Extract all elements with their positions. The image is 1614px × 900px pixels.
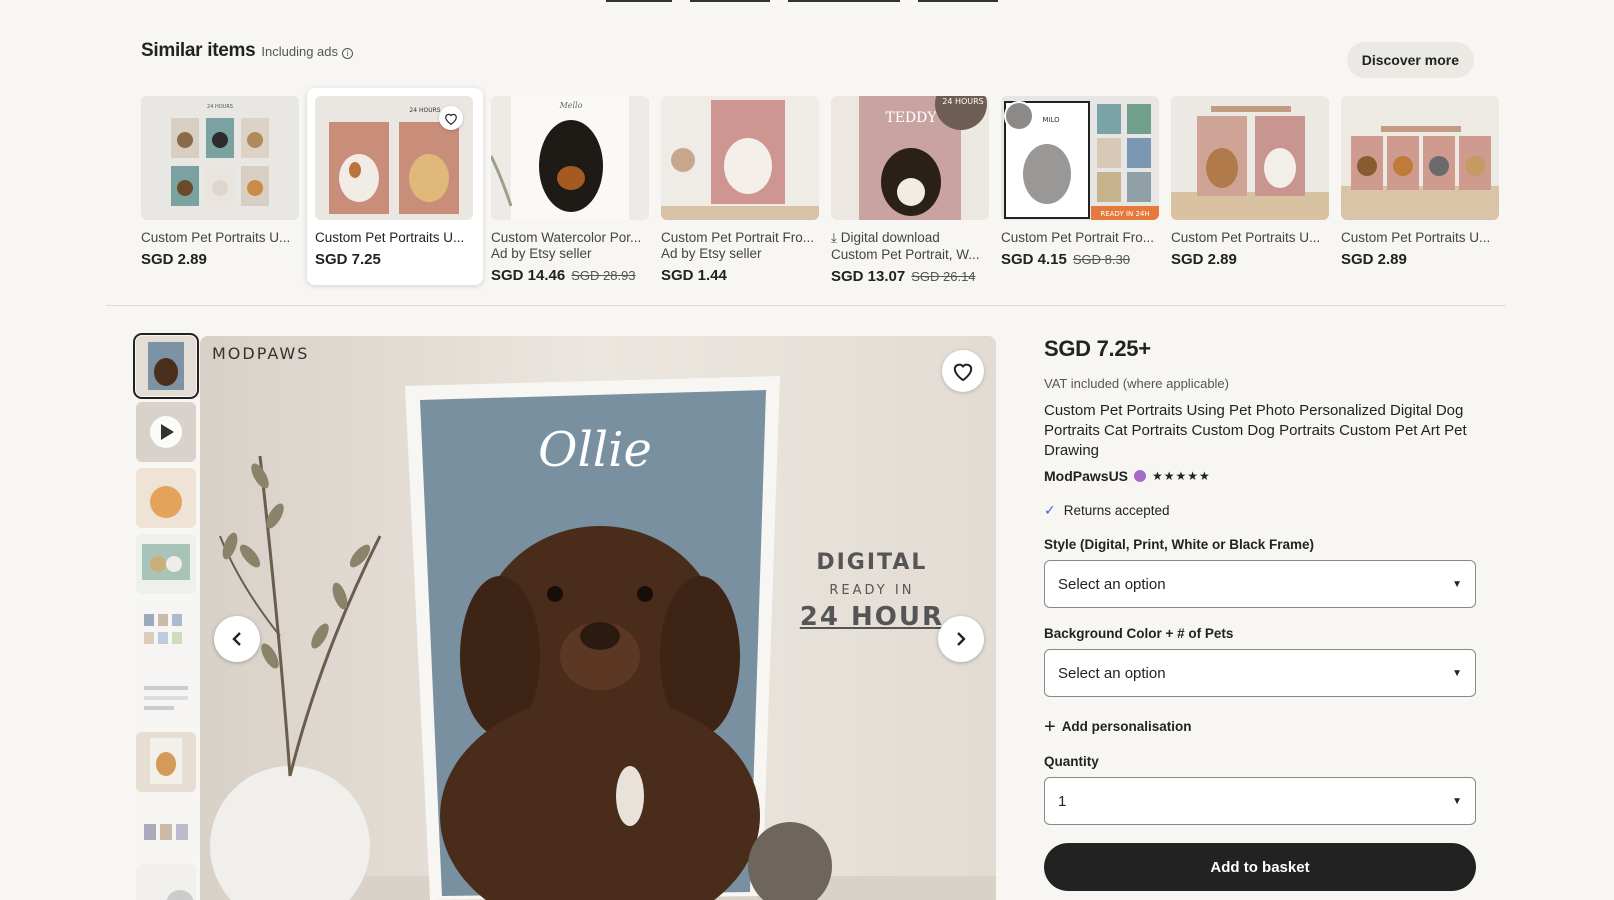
chevron-left-icon[interactable] [214,616,260,662]
similar-items-title: Similar items [141,40,256,61]
caret-down-icon: ▼ [1452,667,1462,679]
similar-item-image[interactable]: Mello [491,96,649,220]
main-product-image[interactable]: Ollie MODPAWS DIGITAL READY IN 24 HOUR [200,336,996,900]
similar-item-card[interactable]: TEDDY 24 HOURS ⤓ Digital download Custom … [831,96,989,285]
digital-download-label: ⤓ Digital download [831,230,940,245]
product-title: Custom Pet Portraits Using Pet Photo Per… [1044,402,1467,459]
heart-icon[interactable] [942,350,984,392]
star-seller-badge-icon [1134,470,1147,482]
vat-note: VAT included (where applicable) [1044,376,1229,391]
similar-item-price: SGD 14.46 SGD 28.93 [491,267,636,284]
top-nav-link[interactable] [788,0,900,2]
rating-stars-icon[interactable]: ★★★★★ [1152,469,1211,483]
thumb-caption: Mello [559,101,583,110]
add-personalisation-button[interactable]: + Add personalisation [1044,715,1476,738]
similar-item-title[interactable]: Custom Pet Portraits U... [315,230,475,245]
caret-down-icon: ▼ [1452,578,1462,590]
gallery-video-thumbnail[interactable] [136,402,196,462]
similar-item-card[interactable]: Custom Pet Portraits U... SGD 2.89 [1341,96,1499,285]
thumb-caption: TEDDY [885,110,937,126]
similar-item-image[interactable]: TEDDY 24 HOURS [831,96,989,220]
similar-items-section: Similar items Including ads i Discover m… [141,40,1499,285]
gallery-thumbnail[interactable] [136,468,196,528]
similar-item-card[interactable]: 24 HOURS Custom Pet Portraits U... SGD 2… [141,96,299,285]
similar-item-title[interactable]: Custom Pet Portraits U... [141,230,299,245]
thumb-caption: 24 HOURS [409,107,440,114]
quantity-label: Quantity [1044,754,1099,769]
plus-icon: + [1044,715,1056,738]
background-color-select[interactable]: Select an option ▼ [1044,649,1476,697]
gallery-thumbnail[interactable] [136,864,196,900]
gallery-thumbnails [133,333,199,900]
shop-brand-watermark: MODPAWS [212,344,310,363]
top-nav-link[interactable] [690,0,770,2]
quantity-select[interactable]: 1 ▼ [1044,777,1476,825]
original-price: SGD 28.93 [571,268,636,283]
gallery-thumbnail[interactable] [136,534,196,594]
similar-items-carousel: 24 HOURS Custom Pet Portraits U... SGD 2… [141,88,1499,285]
top-nav-link[interactable] [918,0,998,2]
similar-item-title[interactable]: Custom Pet Portrait Fro... [1001,230,1159,245]
thumb-caption: 24 HOURS [942,97,984,106]
similar-item-card[interactable]: Mello Custom Watercolor Por... Ad by Ets… [491,96,649,285]
checkmark-icon: ✓ [1044,502,1056,518]
thumb-caption: MILO [1042,116,1060,124]
similar-item-image[interactable]: MILO READY IN 24H [1001,96,1159,220]
gallery-thumbnail[interactable] [136,666,196,726]
similar-item-image[interactable]: 24 HOURS [141,96,299,220]
gallery-thumbnail[interactable] [136,732,196,792]
similar-item-price: SGD 2.89 [1171,251,1237,268]
product-price: SGD 7.25+ [1044,336,1151,361]
similar-item-title[interactable]: Custom Pet Portrait Fro... [661,230,819,245]
similar-item-price: SGD 13.07 SGD 26.14 [831,268,976,285]
similar-item-title[interactable]: Custom Pet Portraits U... [1341,230,1499,245]
section-divider [106,305,1506,306]
similar-item-price: SGD 2.89 [141,251,207,268]
similar-item-card[interactable]: MILO READY IN 24H Custom Pet Portrait Fr… [1001,96,1159,285]
heart-icon[interactable] [439,106,463,130]
gallery-thumbnail[interactable] [136,798,196,858]
shop-info: ModPawsUS ★★★★★ [1044,468,1476,484]
gallery-thumbnail[interactable] [136,600,196,660]
similar-item-price: SGD 2.89 [1341,251,1407,268]
gallery-thumbnail[interactable] [133,333,199,399]
similar-item-price: SGD 1.44 [661,267,727,284]
similar-item-image[interactable] [1171,96,1329,220]
shop-name-link[interactable]: ModPawsUS [1044,468,1128,484]
thumb-caption: 24 HOURS [207,104,233,110]
similar-item-title[interactable]: Custom Pet Portrait, W... [831,247,989,262]
top-nav-links [606,0,998,4]
discover-more-button[interactable]: Discover more [1346,42,1474,78]
similar-item-image[interactable] [661,96,819,220]
ad-label: Ad by Etsy seller [491,246,592,261]
similar-item-title[interactable]: Custom Watercolor Por... [491,230,649,245]
product-info-panel: SGD 7.25+ VAT included (where applicable… [1044,336,1476,891]
portrait-name: Ollie [538,422,652,478]
background-select-label: Background Color + # of Pets [1044,626,1234,641]
info-icon[interactable]: i [342,48,354,59]
chevron-right-icon[interactable] [938,616,984,662]
returns-policy: ✓ Returns accepted [1044,502,1170,518]
image-overlay-text: DIGITAL READY IN 24 HOUR [799,550,944,632]
thumb-caption: READY IN 24H [1100,210,1149,218]
original-price: SGD 26.14 [911,269,976,284]
style-select[interactable]: Select an option ▼ [1044,560,1476,608]
similar-item-price: SGD 7.25 [315,251,381,268]
style-select-label: Style (Digital, Print, White or Black Fr… [1044,537,1315,552]
caret-down-icon: ▼ [1452,795,1462,807]
similar-item-image[interactable] [1341,96,1499,220]
add-to-basket-button[interactable]: Add to basket [1044,843,1476,891]
similar-item-title[interactable]: Custom Pet Portraits U... [1171,230,1329,245]
similar-item-card[interactable]: Custom Pet Portraits U... SGD 2.89 [1171,96,1329,285]
top-nav-link[interactable] [606,0,672,2]
ad-label: Ad by Etsy seller [661,246,762,261]
similar-item-card[interactable]: 24 HOURS Custom Pet Portraits U... SGD 7… [307,88,483,285]
download-icon: ⤓ [831,230,837,245]
similar-item-card[interactable]: Custom Pet Portrait Fro... Ad by Etsy se… [661,96,819,285]
original-price: SGD 8.30 [1072,252,1130,267]
similar-item-price: SGD 4.15 SGD 8.30 [1001,251,1130,268]
similar-item-image[interactable]: 24 HOURS [315,96,473,220]
including-ads-label: Including ads [261,44,339,59]
